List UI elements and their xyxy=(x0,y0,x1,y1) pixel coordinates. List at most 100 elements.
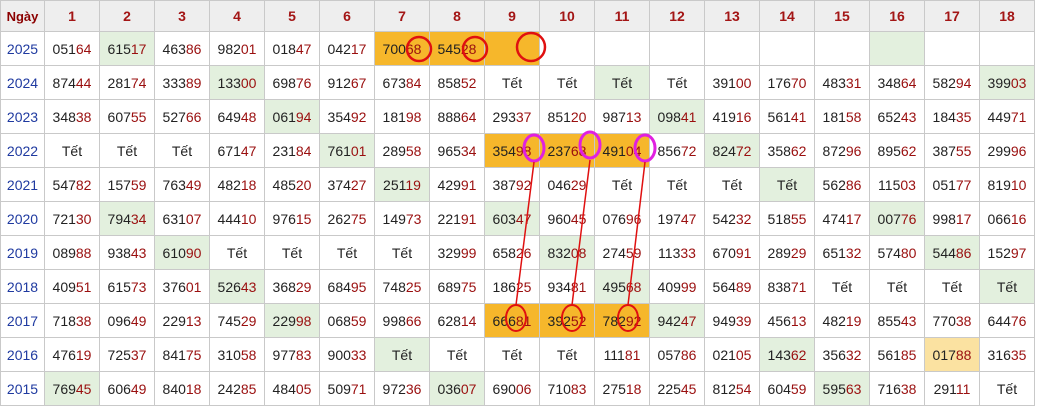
table-row: 2017 71838 09649 22913 74529 22998 06859 99866 6… xyxy=(0,303,1035,338)
result-cell: Tết xyxy=(209,235,265,270)
result-cell: 39903 xyxy=(979,65,1035,100)
result-cell: 23184 xyxy=(264,133,320,168)
result-cell: 28958 xyxy=(374,133,430,168)
result-cell: 77038 xyxy=(924,303,980,338)
result-cell: 61517 xyxy=(99,31,155,66)
result-cell: 22191 xyxy=(429,201,485,236)
year-label[interactable]: 2025 xyxy=(0,31,45,66)
result-cell: 32999 xyxy=(429,235,485,270)
result-cell: 38755 xyxy=(924,133,980,168)
result-cell xyxy=(979,31,1035,66)
result-cell: 48331 xyxy=(814,65,870,100)
year-label[interactable]: 2015 xyxy=(0,371,45,406)
result-cell: 06859 xyxy=(319,303,375,338)
result-cell: 71838 xyxy=(44,303,100,338)
header-row: Ngày 1 2 3 4 5 6 7 8 9 10 11 12 13 14 15 16 17 18 xyxy=(0,0,1035,32)
year-label[interactable]: 2021 xyxy=(0,167,45,202)
result-cell: 62814 xyxy=(429,303,485,338)
result-cell: 54782 xyxy=(44,167,100,202)
result-cell: 97783 xyxy=(264,337,320,372)
year-label[interactable]: 2017 xyxy=(0,303,45,338)
result-cell xyxy=(594,31,650,66)
result-cell: 59563 xyxy=(814,371,870,406)
result-cell: 22545 xyxy=(649,371,705,406)
result-cell: 85672 xyxy=(649,133,705,168)
lottery-grid: Ngày 1 2 3 4 5 6 7 8 9 10 11 12 13 14 15 16 17 18 2025 051… xyxy=(0,0,1035,406)
result-cell: 11181 xyxy=(594,337,650,372)
result-cell xyxy=(814,31,870,66)
year-label[interactable]: 2019 xyxy=(0,235,45,270)
table-row: 2025 05164 61517 46386 98201 01847 04217 70068 5… xyxy=(0,31,1035,66)
result-cell: 96534 xyxy=(429,133,485,168)
result-cell: 01847 xyxy=(264,31,320,66)
result-cell: 01788 xyxy=(924,337,980,372)
result-cell: 57480 xyxy=(869,235,925,270)
result-cell: 27518 xyxy=(594,371,650,406)
result-cell xyxy=(869,31,925,66)
result-cell: 69006 xyxy=(484,371,540,406)
result-cell: 04217 xyxy=(319,31,375,66)
result-cell: 65243 xyxy=(869,99,925,134)
result-cell: 06616 xyxy=(979,201,1035,236)
result-cell: 93481 xyxy=(539,269,595,304)
result-cell: 48520 xyxy=(264,167,320,202)
day-header-1: 1 xyxy=(44,0,100,32)
result-cell xyxy=(924,31,980,66)
result-cell: 28174 xyxy=(99,65,155,100)
table-row: 2016 47619 72537 84175 31058 97783 90033 Tết Tết… xyxy=(0,337,1035,372)
result-cell: 54486 xyxy=(924,235,980,270)
result-cell: 11333 xyxy=(649,235,705,270)
result-cell: 87296 xyxy=(814,133,870,168)
result-cell: 31058 xyxy=(209,337,265,372)
result-cell: 61090 xyxy=(154,235,210,270)
result-cell: 11503 xyxy=(869,167,925,202)
result-cell: 54528 xyxy=(429,31,485,66)
result-cell: 56286 xyxy=(814,167,870,202)
result-cell: 60347 xyxy=(484,201,540,236)
result-cell: 72537 xyxy=(99,337,155,372)
year-label[interactable]: 2023 xyxy=(0,99,45,134)
result-cell: 06194 xyxy=(264,99,320,134)
result-cell: 39100 xyxy=(704,65,760,100)
year-label[interactable]: 2016 xyxy=(0,337,45,372)
result-cell: Tết xyxy=(594,65,650,100)
result-cell: Tết xyxy=(44,133,100,168)
result-cell: Tết xyxy=(154,133,210,168)
year-label[interactable]: 2018 xyxy=(0,269,45,304)
result-cell: 67384 xyxy=(374,65,430,100)
result-cell: 97236 xyxy=(374,371,430,406)
result-cell: Tết xyxy=(649,167,705,202)
year-label[interactable]: 2022 xyxy=(0,133,45,168)
result-cell: 66681 xyxy=(484,303,540,338)
result-cell: 71638 xyxy=(869,371,925,406)
result-cell: 52643 xyxy=(209,269,265,304)
table-row: 2015 76945 60649 84018 24285 48405 50971 97236 0… xyxy=(0,371,1035,406)
result-cell: Tết xyxy=(594,167,650,202)
result-cell: 52766 xyxy=(154,99,210,134)
result-cell: 41916 xyxy=(704,99,760,134)
result-cell: 24285 xyxy=(209,371,265,406)
result-cell: 85120 xyxy=(539,99,595,134)
result-cell: 96045 xyxy=(539,201,595,236)
year-label[interactable]: 2024 xyxy=(0,65,45,100)
result-cell: 44971 xyxy=(979,99,1035,134)
result-cell: Tết xyxy=(539,65,595,100)
result-cell: 29337 xyxy=(484,99,540,134)
result-cell xyxy=(539,31,595,66)
result-cell: Tết xyxy=(979,269,1035,304)
result-cell: 76945 xyxy=(44,371,100,406)
result-cell: 33389 xyxy=(154,65,210,100)
result-cell: 47619 xyxy=(44,337,100,372)
result-cell: 48218 xyxy=(209,167,265,202)
result-cell: 63107 xyxy=(154,201,210,236)
result-cell: 49568 xyxy=(594,269,650,304)
result-cell: 05164 xyxy=(44,31,100,66)
result-cell: 02105 xyxy=(704,337,760,372)
result-cell: 56185 xyxy=(869,337,925,372)
year-label[interactable]: 2020 xyxy=(0,201,45,236)
result-cell: 35632 xyxy=(814,337,870,372)
result-cell: 60459 xyxy=(759,371,815,406)
day-header-10: 10 xyxy=(539,0,595,32)
result-cell: 37427 xyxy=(319,167,375,202)
result-cell: 46386 xyxy=(154,31,210,66)
